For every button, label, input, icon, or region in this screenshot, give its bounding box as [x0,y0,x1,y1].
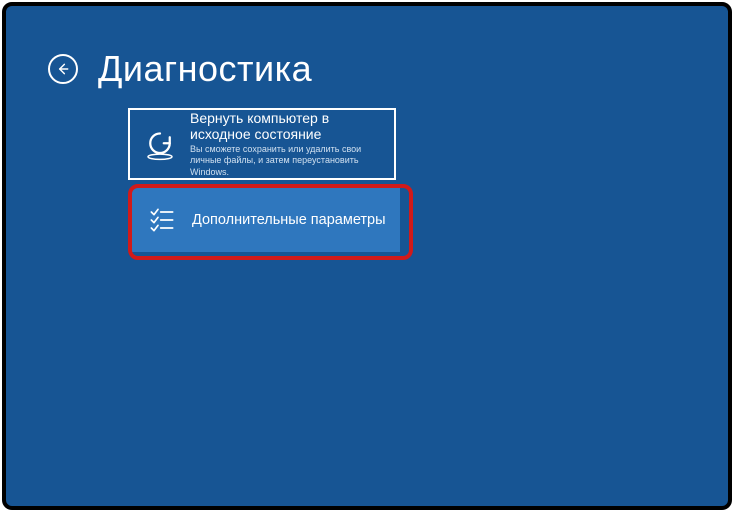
reset-icon [130,110,190,178]
back-button[interactable] [48,54,78,84]
arrow-left-icon [55,61,71,77]
winre-screen: Диагностика Вернуть компьютер в исходное… [2,2,732,510]
reset-text: Вернуть компьютер в исходное состояние В… [190,110,394,178]
reset-title: Вернуть компьютер в исходное состояние [190,110,386,142]
reset-pc-tile[interactable]: Вернуть компьютер в исходное состояние В… [128,108,396,180]
reset-desc: Вы сможете сохранить или удалить свои ли… [190,144,386,178]
advanced-highlight: Дополнительные параметры [128,184,413,260]
checklist-icon [132,188,192,252]
advanced-options-tile[interactable]: Дополнительные параметры [132,188,400,252]
header: Диагностика [6,6,728,90]
advanced-title: Дополнительные параметры [192,212,386,229]
advanced-text: Дополнительные параметры [192,188,394,252]
page-title: Диагностика [98,48,312,90]
tiles-container: Вернуть компьютер в исходное состояние В… [128,108,728,260]
